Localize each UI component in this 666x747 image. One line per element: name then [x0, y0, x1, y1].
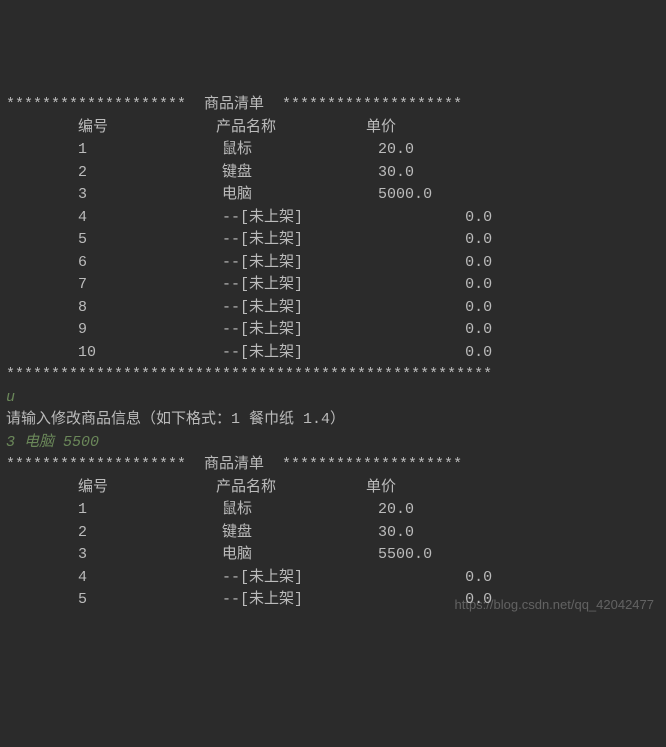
list-footer: ****************************************… — [6, 364, 660, 387]
table-row: 6 --[未上架] 0.0 — [6, 252, 660, 275]
table-row: 2 键盘 30.0 — [6, 162, 660, 185]
table-row: 1 鼠标 20.0 — [6, 499, 660, 522]
column-header: 编号 产品名称 单价 — [6, 117, 660, 140]
table-row: 4 --[未上架] 0.0 — [6, 207, 660, 230]
user-input: 3 电脑 5500 — [6, 432, 660, 455]
list-header: ******************** 商品清单 **************… — [6, 454, 660, 477]
table-row: 1 鼠标 20.0 — [6, 139, 660, 162]
table-row: 8 --[未上架] 0.0 — [6, 297, 660, 320]
table-row: 2 键盘 30.0 — [6, 522, 660, 545]
user-input: u — [6, 387, 660, 410]
table-row: 3 电脑 5500.0 — [6, 544, 660, 567]
table-row: 10 --[未上架] 0.0 — [6, 342, 660, 365]
terminal-output: ******************** 商品清单 **************… — [6, 94, 660, 612]
list-header: ******************** 商品清单 **************… — [6, 94, 660, 117]
table-row: 9 --[未上架] 0.0 — [6, 319, 660, 342]
table-row: 3 电脑 5000.0 — [6, 184, 660, 207]
table-row: 7 --[未上架] 0.0 — [6, 274, 660, 297]
table-row: 4 --[未上架] 0.0 — [6, 567, 660, 590]
watermark-text: https://blog.csdn.net/qq_42042477 — [455, 595, 655, 615]
table-row: 5 --[未上架] 0.0 — [6, 229, 660, 252]
prompt-text: 请输入修改商品信息（如下格式：1 餐巾纸 1.4） — [6, 409, 660, 432]
column-header: 编号 产品名称 单价 — [6, 477, 660, 500]
